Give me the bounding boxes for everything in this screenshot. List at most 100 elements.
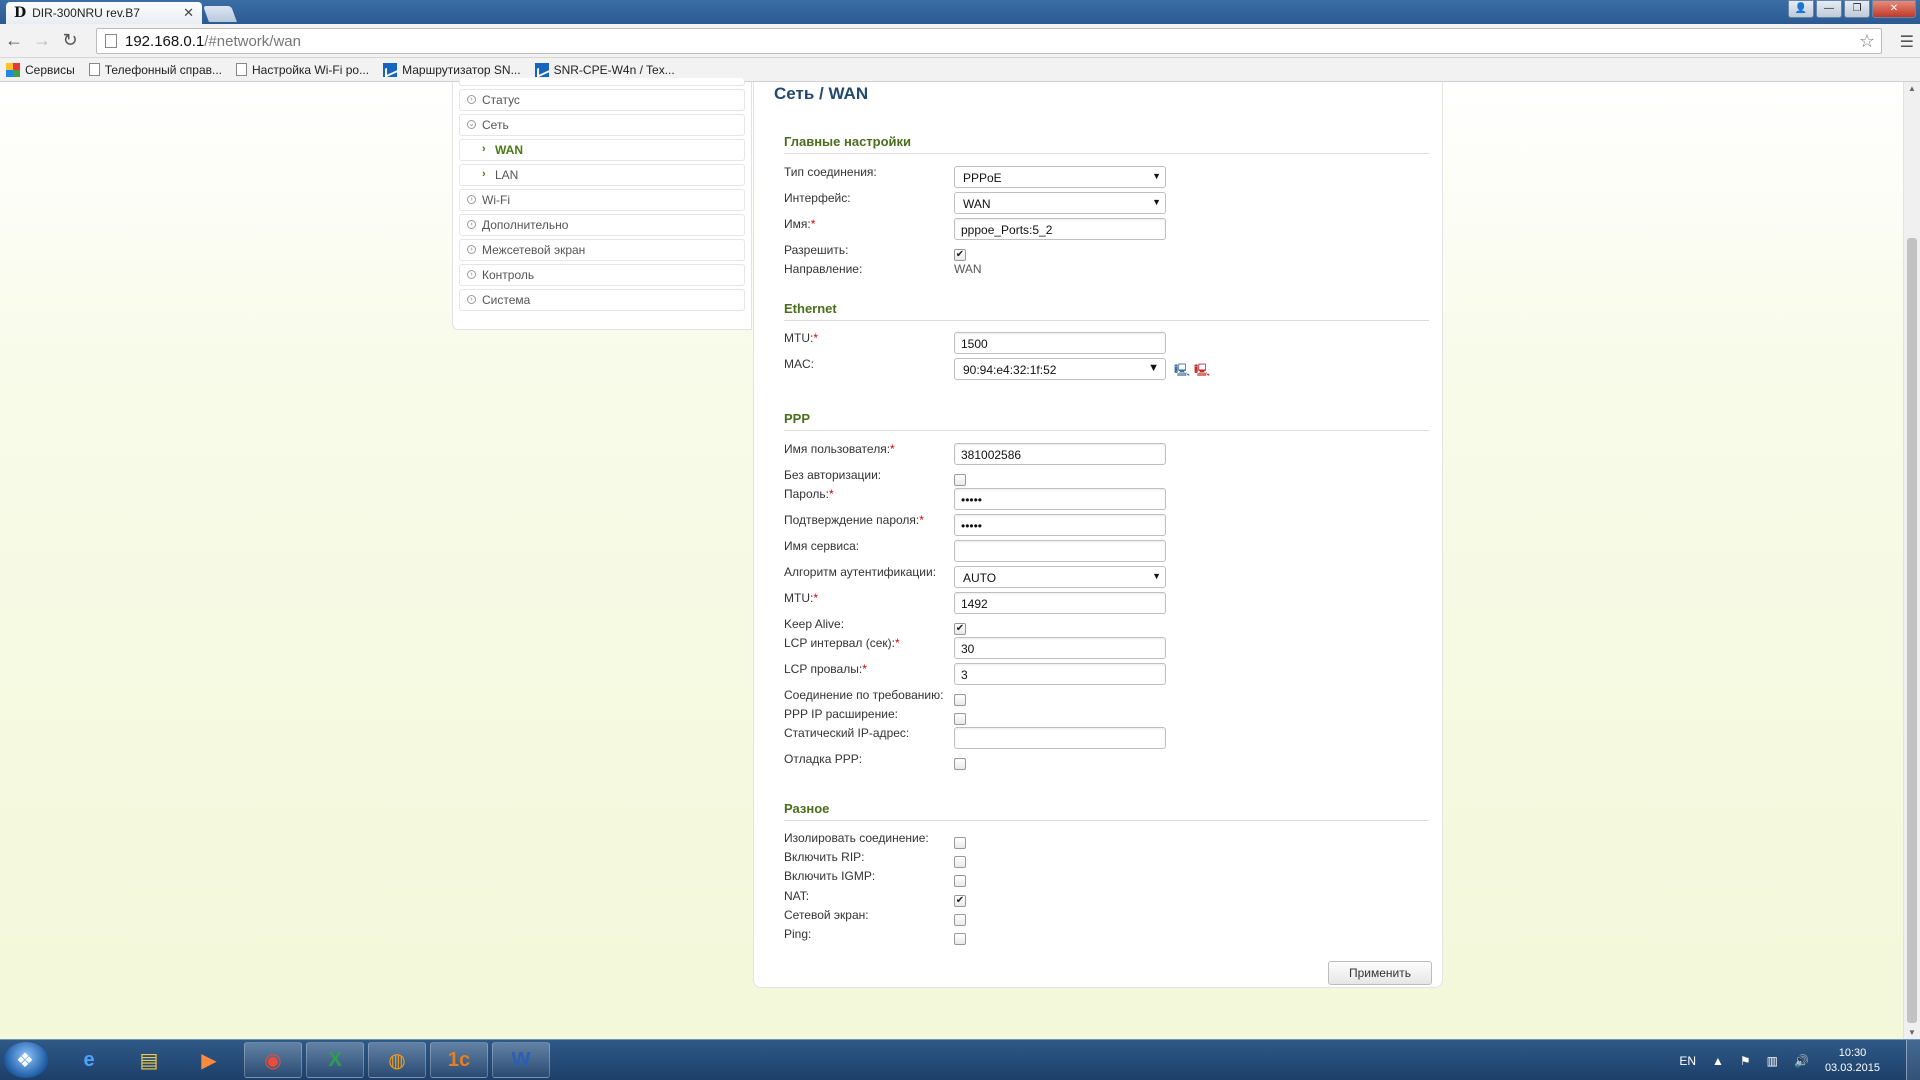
static-ip-input[interactable]	[954, 727, 1166, 749]
window-titlebar: D DIR-300NRU rev.B7 ✕ 👤 — ❐ ✕	[0, 0, 1920, 24]
show-desktop-button[interactable]	[1906, 1040, 1920, 1080]
explorer-icon[interactable]: ▤	[120, 1042, 178, 1078]
mac-combobox[interactable]: 90:94:e4:32:1f:52 ▼	[954, 358, 1166, 380]
auth-algo-label: Алгоритм аутентификации:	[784, 565, 937, 579]
section-divider	[784, 820, 1429, 821]
start-button[interactable]	[4, 1042, 48, 1078]
forward-button[interactable]: →	[28, 30, 56, 51]
lcp-interval-input[interactable]: 30	[954, 637, 1166, 659]
page-title: Сеть / WAN	[774, 84, 869, 103]
no-auth-checkbox[interactable]	[954, 474, 966, 486]
isolate-checkbox[interactable]	[954, 837, 966, 849]
sidebar-item-label: Дополнительно	[482, 218, 569, 232]
ppp-debug-checkbox[interactable]	[954, 758, 966, 770]
back-button[interactable]: ←	[0, 30, 28, 51]
bookmark-star-icon[interactable]: ☆	[1859, 31, 1875, 52]
rip-label: Включить RIP:	[784, 850, 865, 864]
scroll-up-icon[interactable]: ▲	[1908, 84, 1916, 93]
service-name-input[interactable]	[954, 540, 1166, 562]
user-icon[interactable]: 👤	[1788, 0, 1814, 18]
sidebar-item-advanced[interactable]: › Дополнительно	[459, 214, 745, 236]
igmp-checkbox[interactable]	[954, 875, 966, 887]
on-demand-checkbox[interactable]	[954, 694, 966, 706]
reload-button[interactable]: ↻	[56, 30, 84, 51]
ping-checkbox[interactable]	[954, 933, 966, 945]
firewall-label: Сетевой экран:	[784, 908, 869, 922]
chart-icon	[383, 62, 398, 77]
bookmark-phonebook[interactable]: Телефонный справ...	[88, 63, 222, 77]
auth-algo-select[interactable]: AUTO ▼	[954, 566, 1166, 588]
bookmark-wifi-setup[interactable]: Настройка Wi-Fi ро...	[236, 63, 369, 77]
maximize-button[interactable]: ❐	[1844, 0, 1870, 18]
eth-mtu-input[interactable]: 1500	[954, 332, 1166, 354]
sidebar-item-wan[interactable]: › WAN	[459, 139, 745, 161]
close-window-button[interactable]: ✕	[1872, 0, 1916, 18]
password-label: Пароль:*	[784, 487, 834, 501]
firewall-checkbox[interactable]	[954, 914, 966, 926]
ppp-ip-ext-checkbox[interactable]	[954, 713, 966, 725]
bookmark-snr-cpe[interactable]: SNR-CPE-W4n / Tex...	[534, 62, 675, 77]
browser-toolbar: ← → ↻ 192.168.0.1/#network/wan ☆ ☰	[0, 24, 1920, 58]
word-icon[interactable]: W	[492, 1042, 550, 1078]
enable-label: Разрешить:	[784, 243, 849, 257]
sidebar-item-control[interactable]: › Контроль	[459, 264, 745, 286]
sidebar-item-status[interactable]: › Статус	[459, 89, 745, 111]
minimize-button[interactable]: —	[1816, 0, 1842, 18]
chrome-icon[interactable]: ◉	[244, 1042, 302, 1078]
interface-select[interactable]: WAN ▼	[954, 192, 1166, 214]
tray-expand-icon[interactable]: ▲	[1712, 1054, 1724, 1068]
reset-mac-icon[interactable]: 🖳	[1194, 363, 1210, 377]
address-bar[interactable]: 192.168.0.1/#network/wan ☆	[96, 28, 1882, 54]
on-demand-label: Соединение по требованию:	[784, 688, 944, 702]
volume-icon[interactable]: 🔊	[1794, 1054, 1809, 1068]
enable-checkbox[interactable]: ✔	[954, 249, 966, 261]
password-confirm-input[interactable]: •••••	[954, 514, 1166, 536]
nat-checkbox[interactable]: ✔	[954, 895, 966, 907]
system-tray: EN ▲ ⚑ ▥ 🔊 10:30 03.03.2015	[1679, 1040, 1880, 1080]
app-icon[interactable]: ◍	[368, 1042, 426, 1078]
lcp-fails-input[interactable]: 3	[954, 663, 1166, 685]
sidebar-item-network[interactable]: ⌄ Сеть	[459, 114, 745, 136]
chevron-right-icon: ›	[482, 168, 486, 180]
flag-icon[interactable]: ⚑	[1740, 1054, 1751, 1068]
page-scrollbar[interactable]: ▲ ▼	[1903, 82, 1920, 1039]
apply-button[interactable]: Применить	[1328, 961, 1432, 985]
excel-icon[interactable]: X	[306, 1042, 364, 1078]
1c-icon[interactable]: 1с	[430, 1042, 488, 1078]
bookmark-label: SNR-CPE-W4n / Tex...	[553, 62, 675, 77]
password-input[interactable]: •••••	[954, 488, 1166, 510]
collapse-icon: ⌄	[467, 120, 476, 129]
menu-icon[interactable]: ☰	[1900, 32, 1914, 52]
language-indicator[interactable]: EN	[1679, 1054, 1696, 1068]
dropdown-arrow-icon: ▼	[1152, 571, 1161, 581]
tab-title: DIR-300NRU rev.B7	[32, 6, 140, 20]
scroll-down-icon[interactable]: ▼	[1908, 1028, 1916, 1037]
media-player-icon[interactable]: ▶	[180, 1042, 238, 1078]
sidebar-item-lan[interactable]: › LAN	[459, 164, 745, 186]
sidebar-item-wifi[interactable]: › Wi-Fi	[459, 189, 745, 211]
ie-icon[interactable]: e	[60, 1042, 118, 1078]
eth-mtu-label: MTU:*	[784, 331, 818, 345]
name-input[interactable]: pppoe_Ports:5_2	[954, 218, 1166, 240]
static-ip-label: Статический IP-адрес:	[784, 726, 910, 740]
keepalive-checkbox[interactable]: ✔	[954, 623, 966, 635]
tab-close-icon[interactable]: ✕	[183, 5, 194, 21]
dlink-logo-icon: D	[14, 5, 27, 21]
bookmark-services[interactable]: Сервисы	[6, 62, 75, 77]
username-input[interactable]: 381002586	[954, 443, 1166, 465]
service-name-label: Имя сервиса:	[784, 539, 860, 553]
network-icon[interactable]: ▥	[1767, 1054, 1778, 1068]
sidebar-item-firewall[interactable]: › Межсетевой экран	[459, 239, 745, 261]
sidebar-item-system[interactable]: › Система	[459, 289, 745, 311]
bookmark-router-snr[interactable]: Маршрутизатор SN...	[383, 62, 521, 77]
connection-type-select[interactable]: PPPoE ▼	[954, 166, 1166, 188]
ppp-mtu-input[interactable]: 1492	[954, 592, 1166, 614]
clone-mac-icon[interactable]: 🖳	[1174, 363, 1190, 377]
browser-tab[interactable]: D DIR-300NRU rev.B7 ✕	[6, 2, 202, 24]
igmp-label: Включить IGMP:	[784, 869, 876, 883]
section-divider	[784, 320, 1429, 321]
clock[interactable]: 10:30 03.03.2015	[1825, 1046, 1880, 1076]
new-tab-button[interactable]	[203, 6, 237, 22]
scrollbar-thumb[interactable]	[1907, 238, 1917, 1023]
rip-checkbox[interactable]	[954, 856, 966, 868]
